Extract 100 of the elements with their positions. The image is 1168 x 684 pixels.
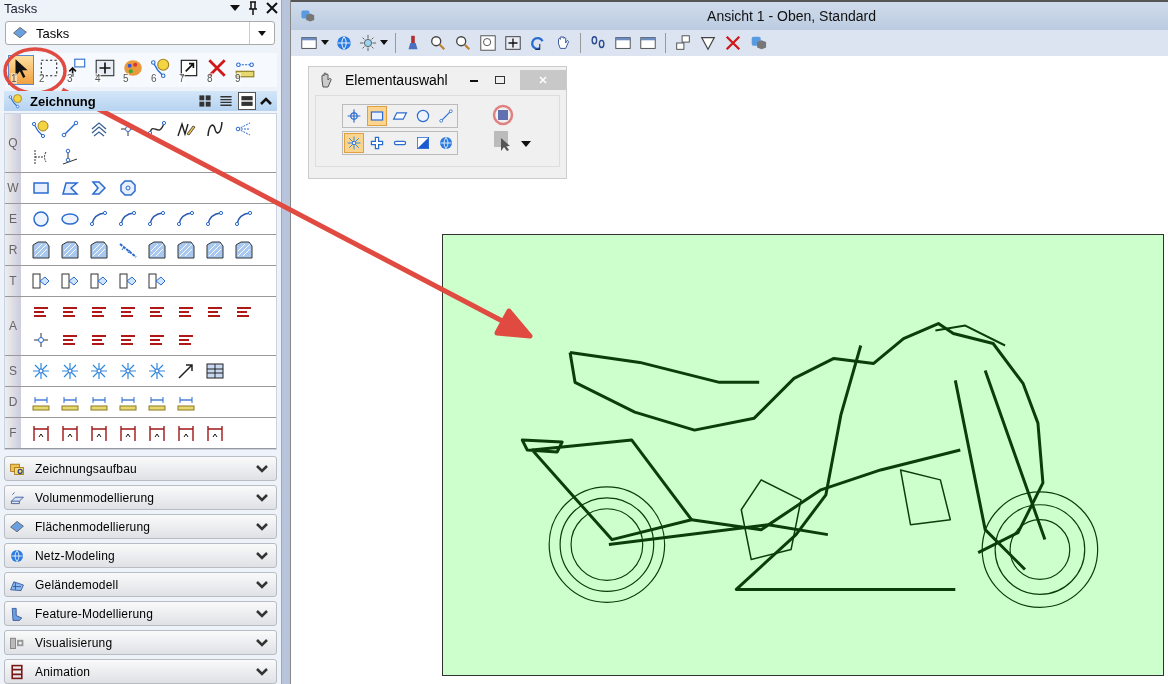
dimension-icon xyxy=(118,423,138,443)
arc-icon xyxy=(147,209,167,229)
bulb-icon xyxy=(8,93,24,110)
cross-icon xyxy=(724,34,742,52)
tool-button[interactable]: 1 xyxy=(8,55,34,86)
list-view-icon xyxy=(219,94,233,109)
caret-icon xyxy=(321,40,329,46)
dialog-title: Elementauswahl xyxy=(345,72,448,88)
line-icon xyxy=(438,108,454,124)
sun-icon xyxy=(359,34,377,52)
dimension-icon xyxy=(60,423,80,443)
caret-icon xyxy=(380,40,388,46)
group-key: E xyxy=(5,204,21,234)
accordion-header[interactable]: Visualisierung xyxy=(4,630,277,655)
asterisk-icon xyxy=(346,135,362,151)
tool-button[interactable]: 9 xyxy=(232,55,258,86)
tag-icon xyxy=(89,271,109,291)
dimension-icon xyxy=(89,423,109,443)
tasks-dropdown[interactable]: Tasks xyxy=(5,20,275,46)
asterisk-icon xyxy=(118,361,138,381)
group-key: W xyxy=(5,173,21,203)
circle-icon xyxy=(415,108,431,124)
dimension-icon xyxy=(176,423,196,443)
fit-icon xyxy=(479,34,497,52)
close-icon[interactable] xyxy=(265,1,279,16)
dimension-icon xyxy=(31,423,51,443)
film-icon xyxy=(9,663,25,680)
tool-button[interactable]: 6 xyxy=(148,55,174,86)
surface-icon xyxy=(9,518,25,535)
asterisk-icon xyxy=(89,361,109,381)
window-title: Ansicht 1 - Oben, Standard xyxy=(706,8,877,24)
wave-icon xyxy=(205,119,225,139)
bulb-icon xyxy=(150,57,172,80)
cells-icon xyxy=(674,34,692,52)
cube-icon xyxy=(299,8,315,24)
circle-icon xyxy=(31,209,51,229)
hatched-shape-icon xyxy=(234,240,254,260)
accordion-header[interactable]: Zeichnungsaufbau xyxy=(4,456,277,481)
accordion-header[interactable]: Animation xyxy=(4,659,277,684)
line-icon xyxy=(60,119,80,139)
hatched-shape-icon xyxy=(31,240,51,260)
octagon-icon xyxy=(118,178,138,198)
view-mode-button[interactable] xyxy=(238,92,256,111)
group-key: A xyxy=(5,297,21,355)
bulb-icon xyxy=(31,119,51,139)
section-header[interactable]: Zeichnung xyxy=(4,91,277,111)
arc-icon xyxy=(234,209,254,229)
asterisk-icon xyxy=(31,361,51,381)
rect-icon xyxy=(369,108,385,124)
group-key: T xyxy=(5,266,21,296)
chevron-shape-icon xyxy=(89,178,109,198)
tool-button[interactable]: 5 xyxy=(120,55,146,86)
window-icon xyxy=(614,34,632,52)
selection-method-button[interactable] xyxy=(367,106,387,126)
arc-icon xyxy=(205,209,225,229)
hatched-shape-icon xyxy=(205,240,225,260)
tag-icon xyxy=(147,271,167,291)
maximize-icon[interactable] xyxy=(494,74,506,86)
tag-icon xyxy=(31,271,51,291)
hatched-shape-icon xyxy=(147,240,167,260)
accordion-header[interactable]: Geländemodell xyxy=(4,572,277,597)
no-selection-icon[interactable] xyxy=(492,104,514,126)
selection-mode-button[interactable] xyxy=(344,133,364,153)
large-view-icon xyxy=(240,94,254,109)
tool-button[interactable]: 7 xyxy=(176,55,202,86)
toolbar-button[interactable] xyxy=(358,32,389,54)
accordion-header[interactable]: Netz-Modeling xyxy=(4,543,277,568)
hatched-shape-icon xyxy=(89,240,109,260)
group-key: D xyxy=(5,387,21,417)
dimension-icon xyxy=(147,423,167,443)
pin-icon[interactable] xyxy=(247,1,259,16)
zoom-icon xyxy=(454,34,472,52)
close-icon xyxy=(538,75,548,85)
selection-method-button[interactable] xyxy=(436,106,456,126)
crosshair-icon xyxy=(346,108,362,124)
hatched-shape-icon xyxy=(60,240,80,260)
group-key: R xyxy=(5,235,21,265)
tool-button[interactable]: 4 xyxy=(92,55,118,86)
accordion-header[interactable]: Volumenmodellierung xyxy=(4,485,277,510)
tool-button[interactable]: 3 xyxy=(64,55,90,86)
grid-view-icon xyxy=(198,94,212,109)
caret-icon[interactable] xyxy=(521,140,531,148)
caret-icon xyxy=(257,29,267,38)
arc-icon xyxy=(176,209,196,229)
plus-icon xyxy=(369,135,385,151)
point-icon xyxy=(31,330,51,350)
asterisk-icon xyxy=(60,361,80,381)
tool-button[interactable]: 2 xyxy=(36,55,62,86)
globe-icon xyxy=(9,547,25,564)
accordion-header[interactable]: Flächenmodellierung xyxy=(4,514,277,539)
group-key: F xyxy=(5,418,21,448)
accordion-header[interactable]: Feature-Modellierung xyxy=(4,601,277,626)
tag-icon xyxy=(60,271,80,291)
hand-icon xyxy=(319,72,333,88)
globe-icon xyxy=(335,34,353,52)
funnel-icon xyxy=(699,34,717,52)
arrow-icon xyxy=(176,361,196,381)
tool-button[interactable]: 8 xyxy=(204,55,230,86)
move-icon xyxy=(504,34,522,52)
dimension-icon xyxy=(205,423,225,443)
